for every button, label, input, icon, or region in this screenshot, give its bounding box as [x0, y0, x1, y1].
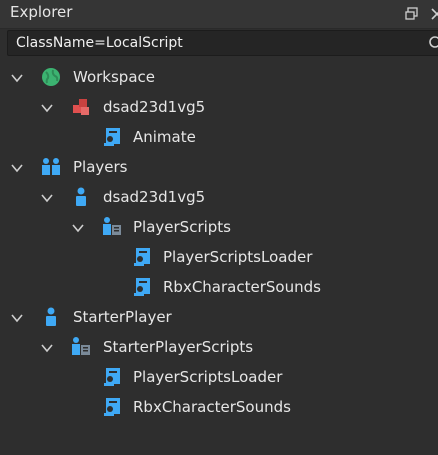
player-icon — [70, 186, 92, 208]
tree-label: dsad23d1vg5 — [103, 98, 206, 116]
tree-label: Players — [73, 158, 128, 176]
tree-row-animate[interactable]: Animate — [0, 122, 438, 152]
chevron-down-icon[interactable] — [10, 160, 24, 174]
tree-label: StarterPlayerScripts — [103, 338, 254, 356]
tree-label: PlayerScriptsLoader — [133, 368, 283, 386]
local-script-icon — [131, 246, 153, 268]
local-script-icon — [101, 396, 123, 418]
player-scripts-icon — [101, 216, 123, 238]
panel-title: Explorer — [10, 3, 73, 21]
players-icon — [40, 156, 62, 178]
tree-row-workspace-model[interactable]: dsad23d1vg5 — [0, 92, 438, 122]
search-bar — [7, 30, 438, 56]
tree-row-ps-loader[interactable]: PlayerScriptsLoader — [0, 242, 438, 272]
chevron-down-icon[interactable] — [40, 100, 54, 114]
tree-label: Animate — [133, 128, 196, 146]
chevron-down-icon[interactable] — [40, 190, 54, 204]
starter-player-icon — [40, 306, 62, 328]
workspace-icon — [40, 66, 62, 88]
tree-row-player-scripts[interactable]: PlayerScripts — [0, 212, 438, 242]
chevron-down-icon[interactable] — [40, 340, 54, 354]
tree-row-workspace[interactable]: Workspace — [0, 62, 438, 92]
tree-label: PlayerScriptsLoader — [163, 248, 313, 266]
tree-label: RbxCharacterSounds — [163, 278, 321, 296]
tree-row-players[interactable]: Players — [0, 152, 438, 182]
starter-player-scripts-icon — [70, 336, 92, 358]
tree-label: StarterPlayer — [73, 308, 172, 326]
chevron-down-icon[interactable] — [10, 310, 24, 324]
local-script-icon — [101, 126, 123, 148]
undock-icon[interactable] — [404, 6, 420, 22]
search-input[interactable] — [8, 31, 418, 55]
chevron-down-icon[interactable] — [10, 70, 24, 84]
tree-label: dsad23d1vg5 — [103, 188, 206, 206]
tree-row-sps-loader[interactable]: PlayerScriptsLoader — [0, 362, 438, 392]
close-icon[interactable] — [429, 6, 438, 22]
explorer-panel: Explorer ClassName=LocalScript Workspace… — [0, 0, 438, 455]
explorer-titlebar: Explorer — [0, 0, 438, 29]
model-icon — [70, 96, 92, 118]
local-script-icon — [101, 366, 123, 388]
tree-row-ps-sounds[interactable]: RbxCharacterSounds — [0, 272, 438, 302]
tree-label: PlayerScripts — [133, 218, 231, 236]
tree-label: RbxCharacterSounds — [133, 398, 291, 416]
local-script-icon — [131, 276, 153, 298]
explorer-tree: Workspace dsad23d1vg5 Animate Players ds… — [0, 62, 438, 422]
chevron-down-icon[interactable] — [71, 220, 85, 234]
tree-row-sps-sounds[interactable]: RbxCharacterSounds — [0, 392, 438, 422]
tree-row-player[interactable]: dsad23d1vg5 — [0, 182, 438, 212]
tree-label: Workspace — [73, 68, 155, 86]
tree-row-starter-player-scripts[interactable]: StarterPlayerScripts — [0, 332, 438, 362]
search-icon[interactable] — [428, 35, 438, 51]
tree-row-starter-player[interactable]: StarterPlayer — [0, 302, 438, 332]
